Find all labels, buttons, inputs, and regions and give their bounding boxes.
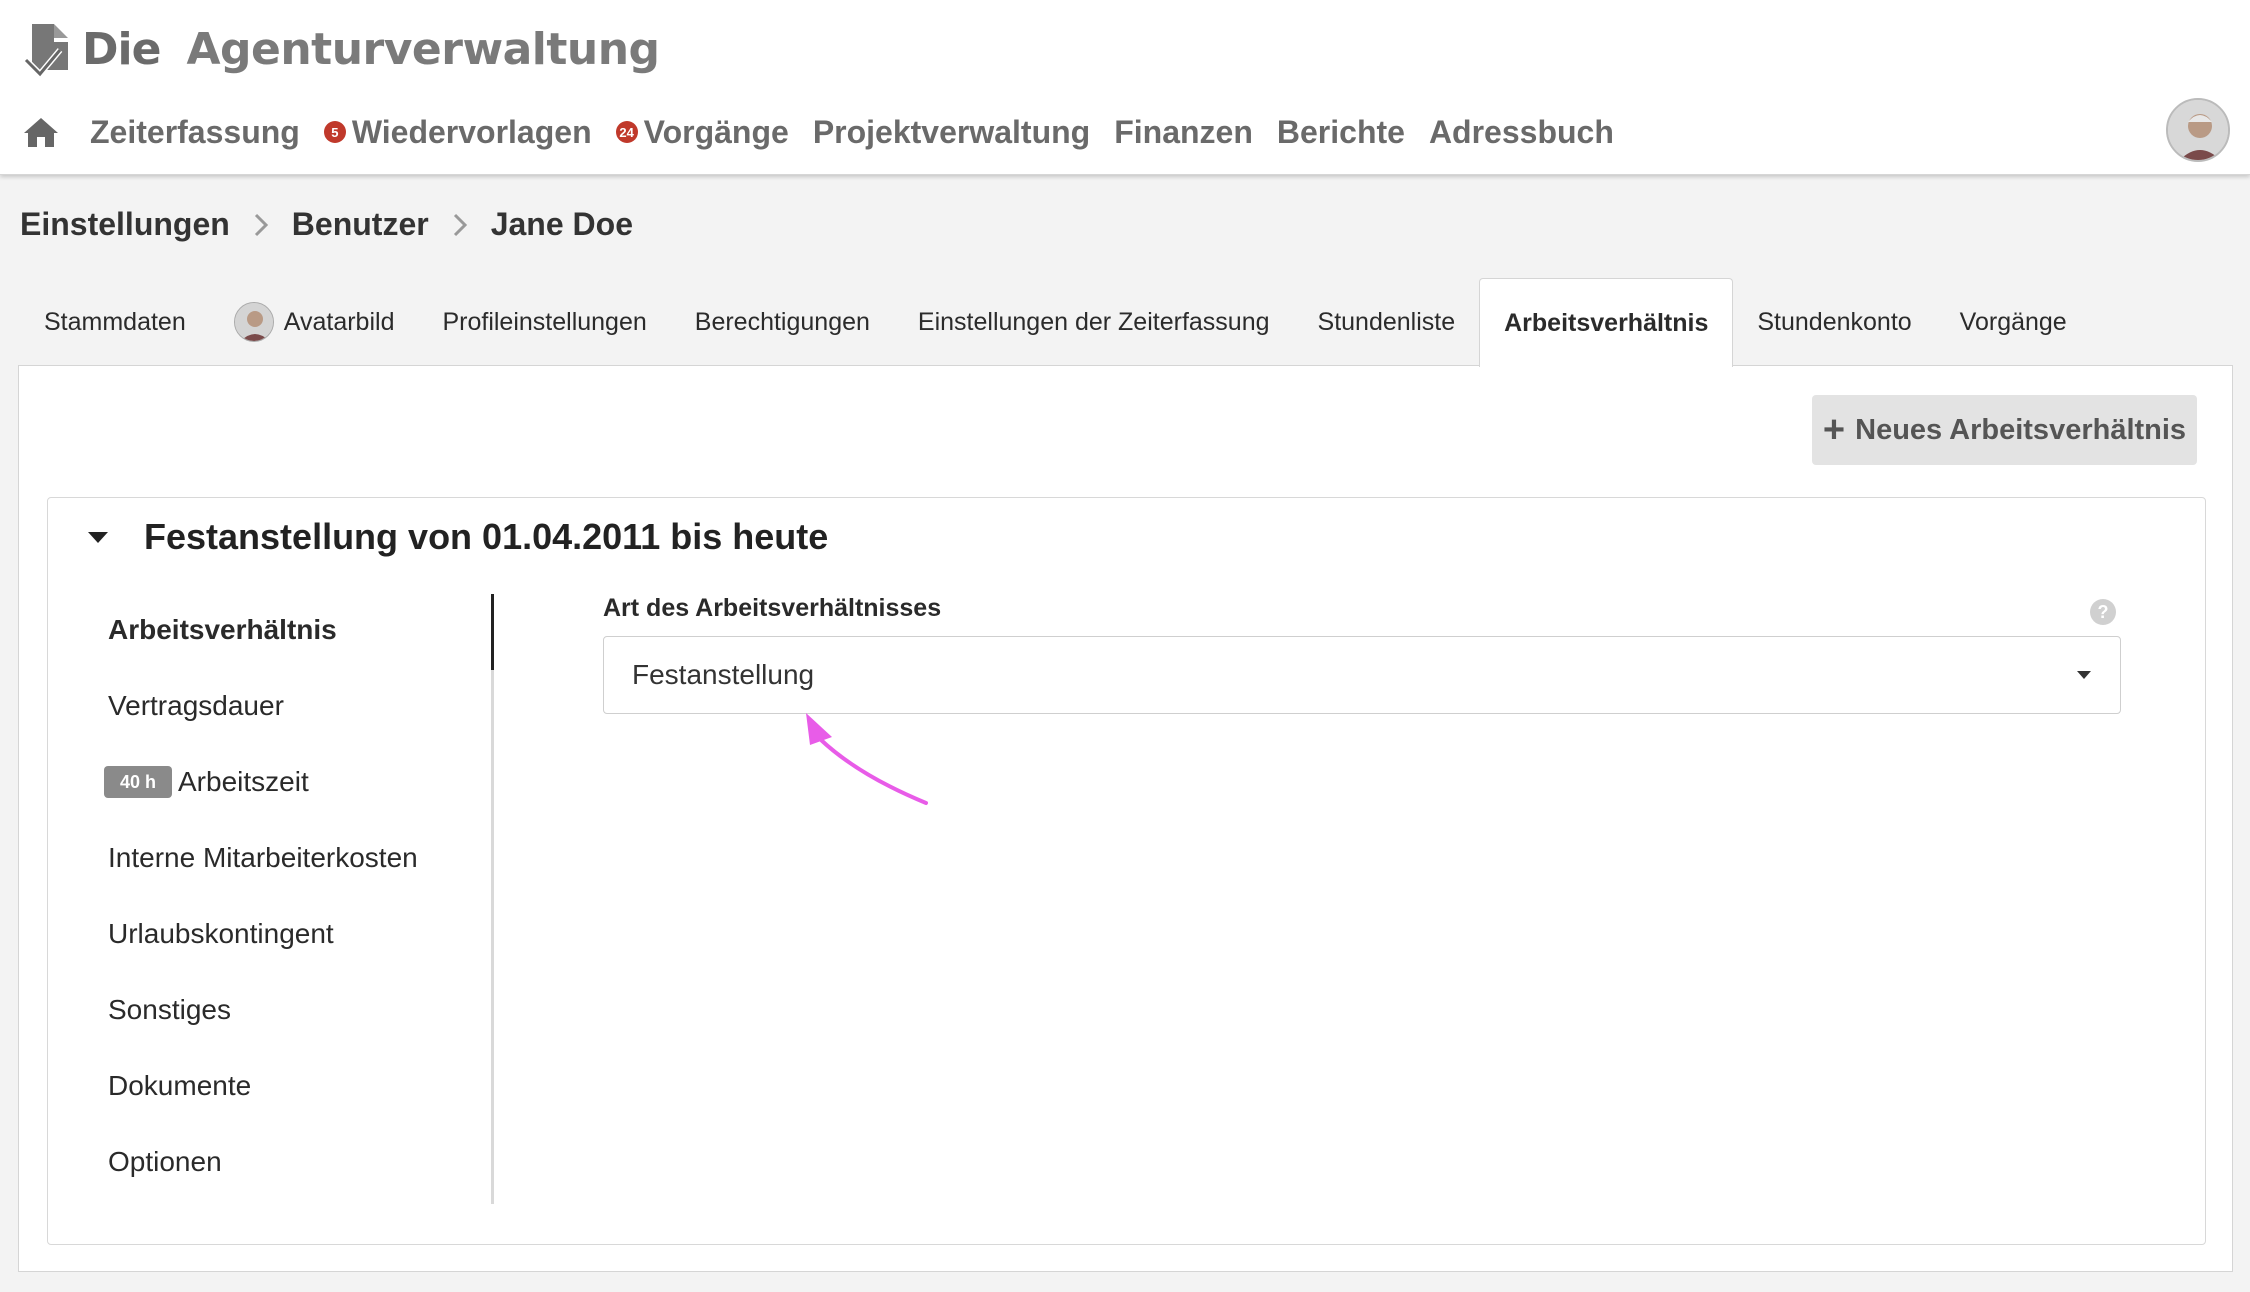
avatar-icon [234,303,273,341]
hours-badge: 40 h [104,766,172,798]
sidenav-item-arbeitszeit[interactable]: 40 h Arbeitszeit [104,766,309,798]
nav-item-label: Adressbuch [1428,113,1614,150]
app-header: Die Agenturverwaltung Zeiterfassung 5 Wi… [0,0,2250,175]
tab-berechtigungen[interactable]: Berechtigungen [671,278,894,366]
tab-label: Arbeitsverhältnis [1504,308,1709,337]
tab-label: Stundenliste [1317,307,1456,336]
nav-item-label: Projektverwaltung [812,113,1091,150]
plus-icon: + [1822,409,1846,451]
employment-type-value: Festanstellung [632,659,815,690]
nav-item-label: Zeiterfassung [90,113,300,150]
sidenav-item-label: Sonstiges [108,994,231,1025]
main-nav: Zeiterfassung 5 Wiedervorlagen 24 Vorgän… [22,104,1638,160]
nav-item-wiedervorlagen[interactable]: 5 Wiedervorlagen [323,113,592,151]
avatar [233,302,274,342]
nav-badge-count: 24 [615,121,638,143]
sidenav-item-label: Arbeitszeit [178,766,309,797]
tab-einstellungen-zeiterfassung[interactable]: Einstellungen der Zeiterfassung [894,278,1294,366]
svg-text:?: ? [2098,602,2109,622]
sidenav-item-urlaubskontingent[interactable]: Urlaubskontingent [108,918,334,950]
user-avatar-icon [2168,100,2228,160]
tab-label: Profileinstellungen [442,307,647,336]
tab-label: Vorgänge [1959,307,2067,336]
sidenav-item-interne-mitarbeiterkosten[interactable]: Interne Mitarbeiterkosten [108,842,418,874]
tab-label: Stammdaten [44,307,186,336]
breadcrumb-item-einstellungen[interactable]: Einstellungen [20,206,230,243]
sidenav-item-arbeitsverhaeltnis[interactable]: Arbeitsverhältnis [108,614,337,646]
sidenav-item-label: Interne Mitarbeiterkosten [108,842,418,873]
sidenav-item-sonstiges[interactable]: Sonstiges [108,994,231,1026]
annotation-arrow-icon [806,713,928,805]
tab-stammdaten[interactable]: Stammdaten [20,278,210,366]
sidenav-item-label: Urlaubskontingent [108,918,334,949]
sidenav-item-optionen[interactable]: Optionen [108,1146,222,1178]
employment-type-label: Art des Arbeitsverhältnisses [603,594,942,622]
tab-label: Stundenkonto [1757,307,1912,336]
tab-arbeitsverhaeltnis[interactable]: Arbeitsverhältnis [1479,278,1734,367]
tab-stundenkonto[interactable]: Stundenkonto [1733,278,1935,366]
tab-label: Einstellungen der Zeiterfassung [917,307,1270,336]
nav-item-label: Berichte [1276,113,1405,150]
nav-item-adressbuch[interactable]: Adressbuch [1429,114,1614,151]
tab-vorgaenge[interactable]: Vorgänge [1936,278,2091,366]
nav-item-projektverwaltung[interactable]: Projektverwaltung [813,114,1090,151]
caret-down-icon [2077,671,2091,679]
nav-item-zeiterfassung[interactable]: Zeiterfassung [90,114,300,151]
nav-badge-count: 5 [323,121,346,143]
nav-item-berichte[interactable]: Berichte [1277,114,1405,151]
sidenav-item-label: Vertragsdauer [108,690,284,721]
nav-item-vorgaenge[interactable]: 24 Vorgänge [615,113,789,151]
employment-sidenav: Arbeitsverhältnis Vertragsdauer 40 h Arb… [48,594,494,1204]
tab-stundenliste[interactable]: Stundenliste [1294,278,1480,366]
breadcrumb-item-current: Jane Doe [490,206,633,242]
caret-down-icon [88,532,108,543]
breadcrumb-item-benutzer[interactable]: Benutzer [292,206,429,243]
tab-label: Berechtigungen [694,307,870,336]
tab-profileinstellungen[interactable]: Profileinstellungen [418,278,670,366]
sidenav-item-vertragsdauer[interactable]: Vertragsdauer [108,690,284,722]
tab-avatarbild[interactable]: Avatarbild [210,278,419,366]
sidenav-active-indicator [491,594,494,670]
nav-item-label: Wiedervorlagen [351,113,592,150]
nav-item-label: Finanzen [1114,113,1253,150]
employment-card: Festanstellung von 01.04.2011 bis heute … [47,497,2206,1245]
nav-item-label: Vorgänge [643,113,789,150]
new-employment-button[interactable]: + Neues Arbeitsverhältnis [1812,395,2197,465]
new-employment-button-label: Neues Arbeitsverhältnis [1855,413,2187,446]
breadcrumb: Einstellungen Benutzer Jane Doe [20,206,633,243]
employment-card-title: Festanstellung von 01.04.2011 bis heute [144,516,829,557]
nav-item-finanzen[interactable]: Finanzen [1114,114,1253,151]
user-avatar[interactable] [2166,98,2230,162]
home-icon[interactable] [22,115,60,149]
logo-mark-icon [24,24,68,78]
tab-label: Avatarbild [283,307,395,336]
chevron-right-icon [254,213,268,236]
sidenav-item-label: Arbeitsverhältnis [108,614,337,645]
app-logo[interactable]: Die Agenturverwaltung [24,14,660,84]
tab-content-panel: + Neues Arbeitsverhältnis Festanstellung… [18,365,2233,1272]
logo-text-name: Agenturverwaltung [186,23,660,75]
user-tabs: Stammdaten Avatarbild Profileinstellunge… [20,278,2091,367]
help-icon[interactable]: ? [2089,598,2117,626]
sidenav-item-dokumente[interactable]: Dokumente [108,1070,251,1102]
employment-card-header[interactable]: Festanstellung von 01.04.2011 bis heute [86,516,828,558]
sidenav-divider [491,594,494,1204]
logo-text-die: Die [82,23,161,75]
sidenav-item-label: Optionen [108,1146,222,1177]
sidenav-item-label: Dokumente [108,1070,252,1101]
chevron-right-icon [453,213,467,236]
